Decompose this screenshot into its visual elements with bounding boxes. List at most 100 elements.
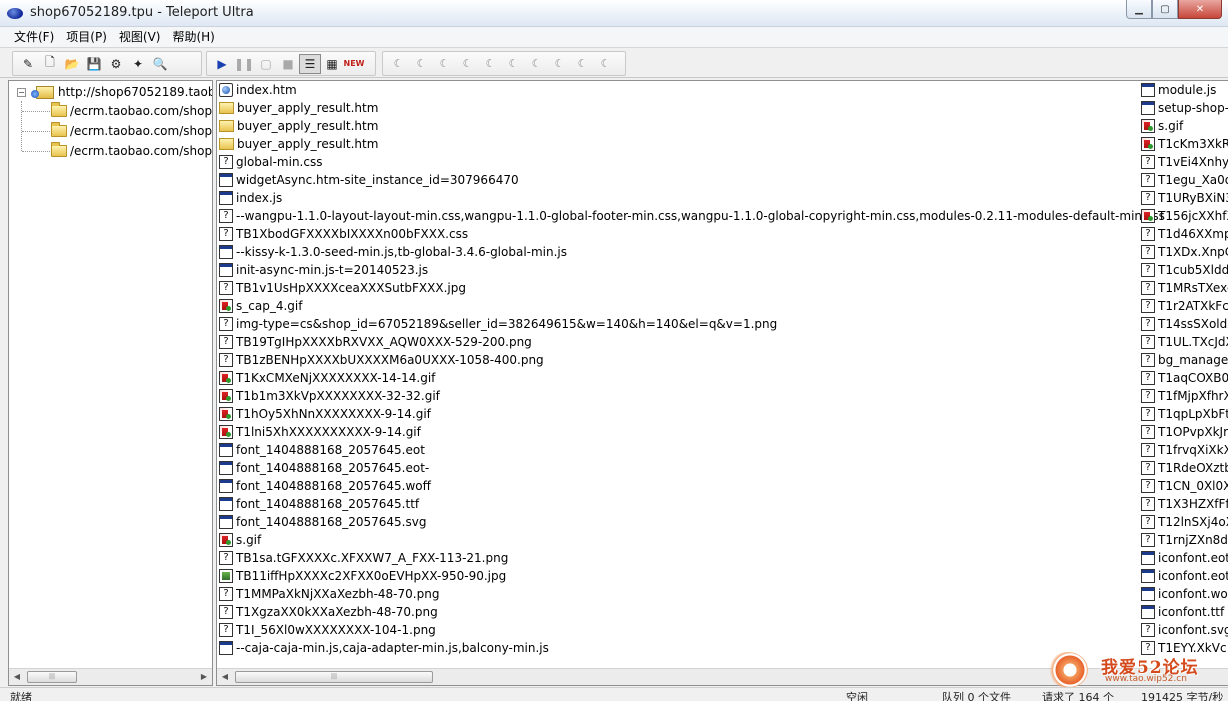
file-row[interactable]: ? iconfont.svg <box>1141 621 1228 639</box>
file-row[interactable]: T1KxCMXeNjXXXXXXXX-14-14.gif <box>219 369 1137 387</box>
tree-node[interactable]: /ecrm.taobao.com/shop <box>51 141 212 161</box>
file-row[interactable]: --caja-caja-min.js,caja-adapter-min.js,b… <box>219 639 1137 657</box>
file-row[interactable]: ? T1XDx.XnpC <box>1141 243 1228 261</box>
details-view-icon[interactable]: ▦ <box>321 54 343 74</box>
file-row[interactable]: T1lni5XhXXXXXXXXXX-9-14.gif <box>219 423 1137 441</box>
file-row[interactable]: font_1404888168_2057645.eot- <box>219 459 1137 477</box>
file-row[interactable]: ? TB1v1UsHpXXXXceaXXXSutbFXXX.jpg <box>219 279 1137 297</box>
file-row[interactable]: setup-shop- <box>1141 99 1228 117</box>
scroll-left-icon[interactable]: ◀ <box>9 669 25 685</box>
stop-icon[interactable]: ■ <box>277 54 299 74</box>
menu-file[interactable]: 文件(F) <box>8 27 60 48</box>
tree-node[interactable]: /ecrm.taobao.com/shop <box>51 101 212 121</box>
file-row[interactable]: ? T1cub5Xldd <box>1141 261 1228 279</box>
tree-root-node[interactable]: − http://shop67052189.taobao.com/ <box>17 83 212 101</box>
file-row[interactable]: ? T1frvqXiXkX <box>1141 441 1228 459</box>
file-row[interactable]: ? T1CN_0Xl0X <box>1141 477 1228 495</box>
file-row[interactable]: ?T1vEi4XnhyX <box>1141 153 1228 171</box>
file-row[interactable]: ? T1egu_Xa0o <box>1141 171 1228 189</box>
file-row[interactable]: iconfont.eot <box>1141 549 1228 567</box>
file-row[interactable]: font_1404888168_2057645.woff <box>219 477 1137 495</box>
save-icon[interactable]: 💾 <box>83 54 105 74</box>
scroll-thumb[interactable]: ||| <box>235 671 433 683</box>
moon-icon[interactable]: ☾ <box>594 54 617 74</box>
start-icon[interactable]: ▶ <box>211 54 233 74</box>
file-row[interactable]: ? T1XgzaXX0kXXaXezbh-48-70.png <box>219 603 1137 621</box>
file-row[interactable]: init-async-min.js-t=20140523.js <box>219 261 1137 279</box>
file-row[interactable]: font_1404888168_2057645.svg <box>219 513 1137 531</box>
file-row[interactable]: iconfont.wof <box>1141 585 1228 603</box>
file-row[interactable]: ? T1MMPaXkNjXXaXezbh-48-70.png <box>219 585 1137 603</box>
file-row[interactable]: ? TB1zBENHpXXXXbUXXXXM6a0UXXX-1058-400.pn… <box>219 351 1137 369</box>
menu-view[interactable]: 视图(V) <box>113 27 167 48</box>
file-row[interactable]: s.gif <box>219 531 1137 549</box>
file-row[interactable]: ? bg_manager <box>1141 351 1228 369</box>
tree-node[interactable]: /ecrm.taobao.com/shop <box>51 121 212 141</box>
new-document-icon[interactable]: 🗋 <box>39 54 61 74</box>
stop-outline-icon[interactable]: ▢ <box>255 54 277 74</box>
file-row[interactable]: T1b1m3XkVpXXXXXXXX-32-32.gif <box>219 387 1137 405</box>
maximize-button[interactable]: ▢ <box>1152 0 1178 19</box>
file-row[interactable]: iconfont.eot <box>1141 567 1228 585</box>
file-row[interactable]: ? T1UL.TXcJdX <box>1141 333 1228 351</box>
scroll-thumb[interactable]: ||| <box>27 671 77 683</box>
file-row[interactable]: ? --wangpu-1.1.0-layout-layout-min.css,wa… <box>219 207 1165 225</box>
file-row[interactable]: ? T1OPvpXkJr <box>1141 423 1228 441</box>
new-project-wizard-icon[interactable]: ✦ <box>127 54 149 74</box>
file-row[interactable]: ? T1MRsTXexc <box>1141 279 1228 297</box>
moon-icon[interactable]: ☾ <box>479 54 502 74</box>
file-row[interactable]: iconfont.ttf <box>1141 603 1228 621</box>
file-row[interactable]: ? TB1sa.tGFXXXXc.XFXXW7_A_FXX-113-21.png <box>219 549 1137 567</box>
file-row[interactable]: T1cKm3XkR <box>1141 135 1228 153</box>
moon-icon[interactable]: ☾ <box>502 54 525 74</box>
file-row[interactable]: T1hOy5XhNnXXXXXXXX-9-14.gif <box>219 405 1137 423</box>
file-row[interactable]: ? T1I_56Xl0wXXXXXXXX-104-1.png <box>219 621 1137 639</box>
file-row[interactable]: ? global-min.css <box>219 153 1137 171</box>
file-row[interactable]: font_1404888168_2057645.eot <box>219 441 1137 459</box>
moon-icon[interactable]: ☾ <box>410 54 433 74</box>
file-row[interactable]: buyer_apply_result.htm <box>219 117 1137 135</box>
moon-icon[interactable]: ☾ <box>571 54 594 74</box>
file-row[interactable]: s.gif <box>1141 117 1228 135</box>
file-row[interactable]: ? T1URyBXiN3 <box>1141 189 1228 207</box>
pause-icon[interactable]: ❚❚ <box>233 54 255 74</box>
file-row[interactable]: ? TB19TgIHpXXXXbRXVXX_AQW0XXX-529-200.png <box>219 333 1137 351</box>
settings-icon[interactable]: ⚙ <box>105 54 127 74</box>
file-row[interactable]: --kissy-k-1.3.0-seed-min.js,tb-global-3.… <box>219 243 1137 261</box>
project-properties-icon[interactable]: ✎ <box>17 54 39 74</box>
file-row[interactable]: ? T14ssSXoldX <box>1141 315 1228 333</box>
file-row[interactable]: ? T1RdeOXztb <box>1141 459 1228 477</box>
menu-help[interactable]: 帮助(H) <box>166 27 220 48</box>
file-row[interactable]: ? img-type=cs&shop_id=67052189&seller_id=… <box>219 315 1137 333</box>
moon-icon[interactable]: ☾ <box>548 54 571 74</box>
file-row[interactable]: widgetAsync.htm-site_instance_id=3079664… <box>219 171 1137 189</box>
moon-icon[interactable]: ☾ <box>433 54 456 74</box>
moon-icon[interactable]: ☾ <box>525 54 548 74</box>
open-folder-icon[interactable]: 📂 <box>61 54 83 74</box>
scroll-right-icon[interactable]: ▶ <box>196 669 212 685</box>
file-row[interactable]: index.js <box>219 189 1137 207</box>
moon-icon[interactable]: ☾ <box>387 54 410 74</box>
collapse-icon[interactable]: − <box>17 87 26 97</box>
file-row[interactable]: ? T1X3HZXfFf <box>1141 495 1228 513</box>
file-row[interactable]: ? T12lnSXj4oX <box>1141 513 1228 531</box>
close-button[interactable]: ✕ <box>1178 0 1222 19</box>
file-row[interactable]: ? T1qpLpXbFt <box>1141 405 1228 423</box>
menu-project[interactable]: 项目(P) <box>60 27 113 48</box>
new-files-icon[interactable]: NEW <box>343 54 365 74</box>
file-row[interactable]: ? TB1XbodGFXXXXbIXXXXn00bFXXX.css <box>219 225 1137 243</box>
file-row[interactable]: font_1404888168_2057645.ttf <box>219 495 1137 513</box>
scroll-left-icon[interactable]: ◀ <box>217 669 233 685</box>
file-row[interactable]: ? T1aqCOXB0 <box>1141 369 1228 387</box>
file-row[interactable]: buyer_apply_result.htm <box>219 99 1137 117</box>
file-row[interactable]: index.htm <box>219 81 1137 99</box>
file-row[interactable]: s_cap_4.gif <box>219 297 1137 315</box>
file-row[interactable]: buyer_apply_result.htm <box>219 135 1137 153</box>
file-row[interactable]: ? T1d46XXmp <box>1141 225 1228 243</box>
list-view-icon[interactable]: ☰ <box>299 53 321 74</box>
file-row[interactable]: T156jcXXhfX <box>1141 207 1228 225</box>
browse-icon[interactable]: 🔍 <box>149 54 171 74</box>
minimize-button[interactable]: ▁ <box>1126 0 1152 19</box>
file-row[interactable]: module.js <box>1141 81 1228 99</box>
file-row[interactable]: ? T1r2ATXkFc <box>1141 297 1228 315</box>
